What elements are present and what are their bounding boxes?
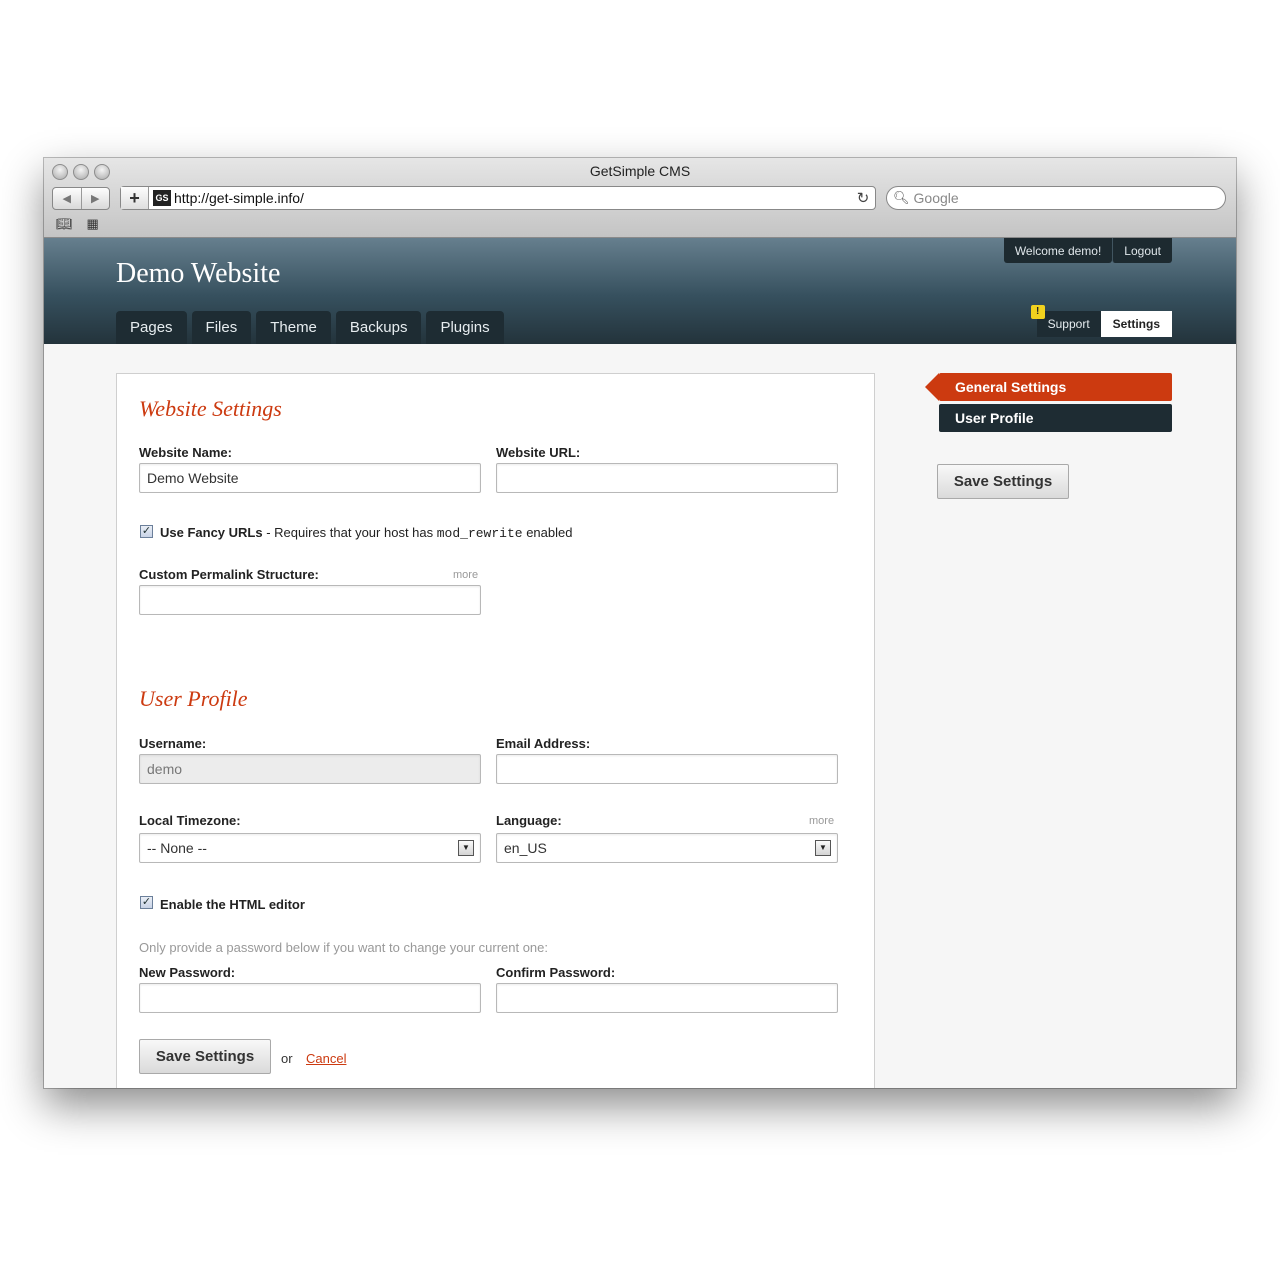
permalink-label: Custom Permalink Structure:	[139, 567, 319, 582]
fancy-urls-note-post: enabled	[522, 525, 573, 540]
timezone-value: -- None --	[147, 840, 207, 856]
html-editor-checkbox[interactable]: ✓	[140, 896, 153, 909]
sidebar-save-settings-button[interactable]: Save Settings	[937, 464, 1069, 499]
tab-files[interactable]: Files	[191, 311, 252, 344]
secondary-tabs: ! Support Settings	[1030, 305, 1172, 337]
mod-rewrite-code: mod_rewrite	[436, 526, 523, 541]
tab-backups[interactable]: Backups	[335, 311, 422, 344]
website-settings-heading: Website Settings	[139, 396, 282, 421]
window-title: GetSimple CMS	[589, 163, 691, 179]
timezone-label: Local Timezone:	[139, 813, 241, 828]
url-text[interactable]: http://get-simple.info/	[174, 190, 851, 206]
favicon-icon: GS	[153, 190, 171, 206]
timezone-select[interactable]: -- None -- ▼	[139, 833, 481, 863]
new-password-label: New Password:	[139, 965, 236, 980]
tab-support-label: Support	[1047, 317, 1090, 331]
warning-icon: !	[1030, 305, 1045, 319]
confirm-password-label: Confirm Password:	[496, 965, 616, 980]
username-field: demo	[139, 754, 481, 784]
back-arrow-icon[interactable]: ◀	[53, 188, 82, 209]
tab-settings[interactable]: Settings	[1100, 311, 1172, 337]
site-title[interactable]: Demo Website	[116, 258, 280, 290]
fancy-urls-note-pre: - Requires that your host has	[262, 525, 437, 540]
website-url-label: Website URL:	[496, 445, 581, 460]
history-buttons: ◀ ▶	[52, 187, 110, 210]
forward-arrow-icon[interactable]: ▶	[82, 188, 110, 209]
user-profile-heading: User Profile	[139, 686, 248, 711]
html-editor-label: Enable the HTML editor	[160, 897, 305, 912]
welcome-text: Welcome demo!	[1003, 238, 1113, 263]
top-sites-grid-icon[interactable]: ▦	[87, 216, 99, 232]
language-label: Language:	[496, 813, 562, 828]
email-label: Email Address:	[496, 736, 591, 751]
password-hint: Only provide a password below if you wan…	[139, 940, 549, 955]
permalink-more-link[interactable]: more	[453, 569, 478, 581]
save-settings-button[interactable]: Save Settings	[139, 1039, 271, 1074]
user-bar: Welcome demo! Logout	[1003, 238, 1172, 263]
bookmarks-book-icon[interactable]: 📖︎	[56, 216, 73, 232]
bookmarks-bar: 📖︎ ▦	[56, 216, 99, 232]
logout-link[interactable]: Logout	[1112, 238, 1172, 263]
sidebar-item-user-profile[interactable]: User Profile	[939, 404, 1172, 432]
tab-plugins[interactable]: Plugins	[426, 311, 504, 344]
search-placeholder: Google	[913, 190, 959, 206]
language-more-link[interactable]: more	[809, 815, 834, 827]
add-bookmark-button[interactable]: +	[121, 187, 149, 209]
browser-search-input[interactable]: 🔍︎ Google	[886, 186, 1226, 210]
website-name-field[interactable]: Demo Website	[139, 463, 481, 493]
confirm-password-field[interactable]	[496, 983, 838, 1013]
settings-panel: Website Settings Website Name: Demo Webs…	[116, 373, 875, 1088]
browser-window: GetSimple CMS ◀ ▶ + GS http://get-simple…	[44, 158, 1236, 1088]
chevron-down-icon[interactable]: ▼	[458, 840, 474, 856]
language-value: en_US	[504, 840, 547, 856]
or-text: or	[281, 1051, 293, 1066]
search-icon: 🔍︎	[893, 190, 910, 205]
website-name-label: Website Name:	[139, 445, 232, 460]
permalink-field[interactable]	[139, 585, 481, 615]
settings-sidebar: General Settings User Profile	[925, 373, 1172, 435]
cancel-link[interactable]: Cancel	[306, 1051, 346, 1066]
reload-icon[interactable]: ↻	[851, 189, 875, 207]
fancy-urls-text: Use Fancy URLs - Requires that your host…	[160, 525, 572, 541]
main-nav-tabs: Pages Files Theme Backups Plugins	[116, 311, 504, 344]
sidebar-item-general-settings[interactable]: General Settings	[925, 373, 1172, 401]
tab-pages[interactable]: Pages	[116, 311, 187, 344]
address-bar[interactable]: + GS http://get-simple.info/ ↻	[120, 186, 876, 210]
fancy-urls-checkbox[interactable]: ✓	[140, 525, 153, 538]
new-password-field[interactable]	[139, 983, 481, 1013]
language-select[interactable]: en_US ▼	[496, 833, 838, 863]
fancy-urls-label: Use Fancy URLs	[160, 525, 263, 540]
browser-chrome: GetSimple CMS ◀ ▶ + GS http://get-simple…	[44, 158, 1236, 238]
email-field[interactable]	[496, 754, 838, 784]
username-label: Username:	[139, 736, 207, 751]
chevron-down-icon[interactable]: ▼	[815, 840, 831, 856]
tab-support[interactable]: ! Support	[1030, 305, 1101, 337]
tab-theme[interactable]: Theme	[256, 311, 331, 344]
site-header: Demo Website Welcome demo! Logout Pages …	[44, 238, 1236, 344]
website-url-field[interactable]	[496, 463, 838, 493]
